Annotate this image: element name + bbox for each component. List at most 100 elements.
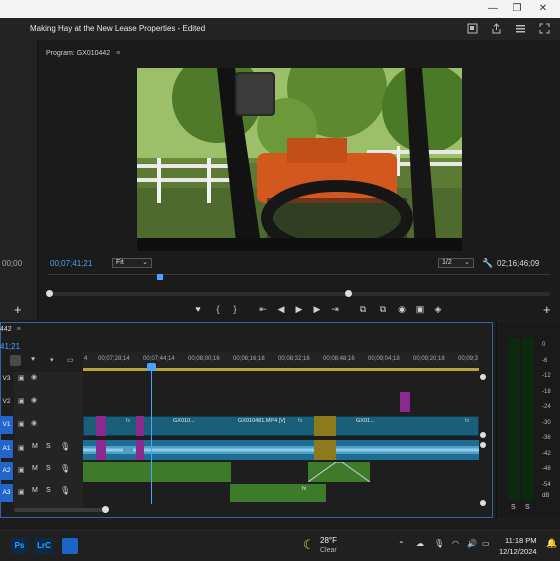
add-marker-icon[interactable]: ♥ <box>192 304 204 314</box>
clip-a1-magenta[interactable] <box>96 440 106 460</box>
lock-icon[interactable]: ▣ <box>18 444 25 452</box>
timeline-settings-icon[interactable]: ▭ <box>67 356 74 364</box>
minimize-button[interactable]: — <box>486 3 500 14</box>
wifi-icon[interactable]: ◠ <box>452 539 459 548</box>
workspaces-icon[interactable] <box>514 23 526 35</box>
clock-time[interactable]: 11:18 PM <box>505 536 537 545</box>
lightroom-app[interactable]: LrC <box>35 538 53 554</box>
linked-selection-icon[interactable]: ♥ <box>31 356 35 363</box>
eye-icon[interactable]: ◉ <box>31 419 37 427</box>
microphone-icon[interactable]: 🎙 <box>60 464 70 473</box>
clip-v2-graphic[interactable] <box>400 392 410 412</box>
clock-date[interactable]: 12/12/2024 <box>499 547 537 556</box>
timeline-timecode[interactable]: 41;21 <box>0 342 20 351</box>
program-tab[interactable]: Program: GX010442 ≡ <box>46 50 120 57</box>
timeline-playhead[interactable] <box>151 364 152 504</box>
resolution-dropdown[interactable]: 1/2 ⌄ <box>438 258 474 268</box>
timeline-horizontal-scrollbar[interactable] <box>14 508 104 512</box>
solo-left-button[interactable]: S <box>511 504 516 511</box>
solo-right-button[interactable]: S <box>525 504 530 511</box>
meter-label: -36 <box>542 435 551 441</box>
battery-icon[interactable]: ▭ <box>482 539 490 548</box>
solo-button[interactable]: S <box>46 487 51 494</box>
clip-a3-music[interactable] <box>230 484 326 502</box>
playhead-handle[interactable] <box>147 363 156 371</box>
add-button[interactable]: + <box>543 302 551 317</box>
step-forward-icon[interactable]: ▶ <box>311 304 323 315</box>
extract-icon[interactable]: ⧉ <box>377 304 389 315</box>
track-label-v2[interactable]: V2 <box>0 393 13 411</box>
eye-icon[interactable]: ◉ <box>31 396 37 404</box>
chevron-up-icon[interactable]: ⌃ <box>398 540 405 549</box>
microphone-icon[interactable]: 🎙 <box>434 539 444 548</box>
mark-in-icon[interactable]: { <box>212 304 224 314</box>
vr-icon[interactable]: ◈ <box>432 304 444 315</box>
weather-temp[interactable]: 28°F <box>320 536 337 545</box>
solo-button[interactable]: S <box>46 465 51 472</box>
share-icon[interactable] <box>490 23 502 35</box>
clip-v1-magenta[interactable] <box>136 416 144 436</box>
scrollbar-right-handle[interactable] <box>345 290 352 297</box>
work-area-bar[interactable] <box>83 368 479 371</box>
mute-button[interactable]: M <box>32 465 38 472</box>
track-height-handle[interactable] <box>480 500 486 506</box>
photoshop-app[interactable]: Ps <box>11 538 28 554</box>
lock-icon[interactable]: ▣ <box>18 374 25 382</box>
comparison-view-icon[interactable]: ▣ <box>414 304 426 315</box>
play-icon[interactable]: ▶ <box>293 304 305 315</box>
mute-button[interactable]: M <box>32 443 38 450</box>
panel-menu-icon[interactable]: ≡ <box>116 50 120 57</box>
microphone-icon[interactable]: 🎙 <box>60 486 70 495</box>
add-button[interactable]: + <box>14 302 22 317</box>
clip-a2-music[interactable] <box>83 462 231 482</box>
playhead-marker[interactable] <box>157 274 163 280</box>
time-ruler[interactable] <box>48 274 550 283</box>
lift-icon[interactable]: ⧉ <box>357 304 369 315</box>
track-height-handle[interactable] <box>480 432 486 438</box>
microphone-icon[interactable]: 🎙 <box>60 442 70 451</box>
lock-icon[interactable]: ▣ <box>18 397 25 405</box>
photos-app-icon[interactable] <box>62 538 78 554</box>
quick-export-icon[interactable] <box>466 23 478 35</box>
clip-v1-magenta[interactable] <box>96 416 106 436</box>
lock-icon[interactable]: ▣ <box>18 488 25 496</box>
snap-icon[interactable] <box>10 355 21 366</box>
weather-condition[interactable]: Clear <box>320 547 337 554</box>
wrench-icon[interactable]: 🔧 <box>482 258 493 269</box>
playhead-timecode[interactable]: 00;07;41;21 <box>50 259 92 268</box>
clip-v1-gold[interactable] <box>314 416 336 436</box>
maximize-button[interactable]: ❐ <box>510 3 524 14</box>
marker-icon[interactable]: ▾ <box>50 356 54 364</box>
close-button[interactable]: ✕ <box>536 3 550 14</box>
solo-button[interactable]: S <box>46 443 51 450</box>
zoom-scrollbar[interactable] <box>48 292 550 296</box>
cloud-icon[interactable]: ☁ <box>416 539 424 548</box>
go-to-in-icon[interactable]: ⇤ <box>257 304 269 315</box>
timeline-tab[interactable]: 442 ≡ <box>0 326 21 333</box>
volume-icon[interactable]: 🔊 <box>467 539 477 548</box>
track-height-handle[interactable] <box>480 374 486 380</box>
eye-icon[interactable]: ◉ <box>31 373 37 381</box>
clip-a1-magenta[interactable] <box>136 440 144 460</box>
track-height-handle[interactable] <box>480 442 486 448</box>
step-back-icon[interactable]: ◀ <box>275 304 287 315</box>
lock-icon[interactable]: ▣ <box>18 466 25 474</box>
mute-button[interactable]: M <box>32 487 38 494</box>
fit-dropdown[interactable]: Fit ⌄ <box>112 258 152 268</box>
track-label-v1[interactable]: V1 <box>0 416 13 434</box>
track-label-a1[interactable]: A1 <box>0 440 13 458</box>
clip-a1-gold[interactable] <box>314 440 336 460</box>
scrollbar-left-handle[interactable] <box>46 290 53 297</box>
mark-out-icon[interactable]: } <box>229 304 241 314</box>
lock-icon[interactable]: ▣ <box>18 420 25 428</box>
notifications-icon[interactable]: 🔔 <box>546 538 557 549</box>
scrollbar-handle[interactable] <box>102 506 109 513</box>
audio-crossfade[interactable] <box>308 462 370 482</box>
track-label-a3[interactable]: A3 <box>0 484 13 502</box>
track-label-a2[interactable]: A2 <box>0 462 13 480</box>
camera-icon[interactable]: ◉ <box>396 304 408 315</box>
fullscreen-icon[interactable] <box>538 23 550 35</box>
go-to-out-icon[interactable]: ⇥ <box>329 304 341 315</box>
panel-menu-icon[interactable]: ≡ <box>17 326 21 333</box>
track-label-v3[interactable]: V3 <box>0 370 13 388</box>
